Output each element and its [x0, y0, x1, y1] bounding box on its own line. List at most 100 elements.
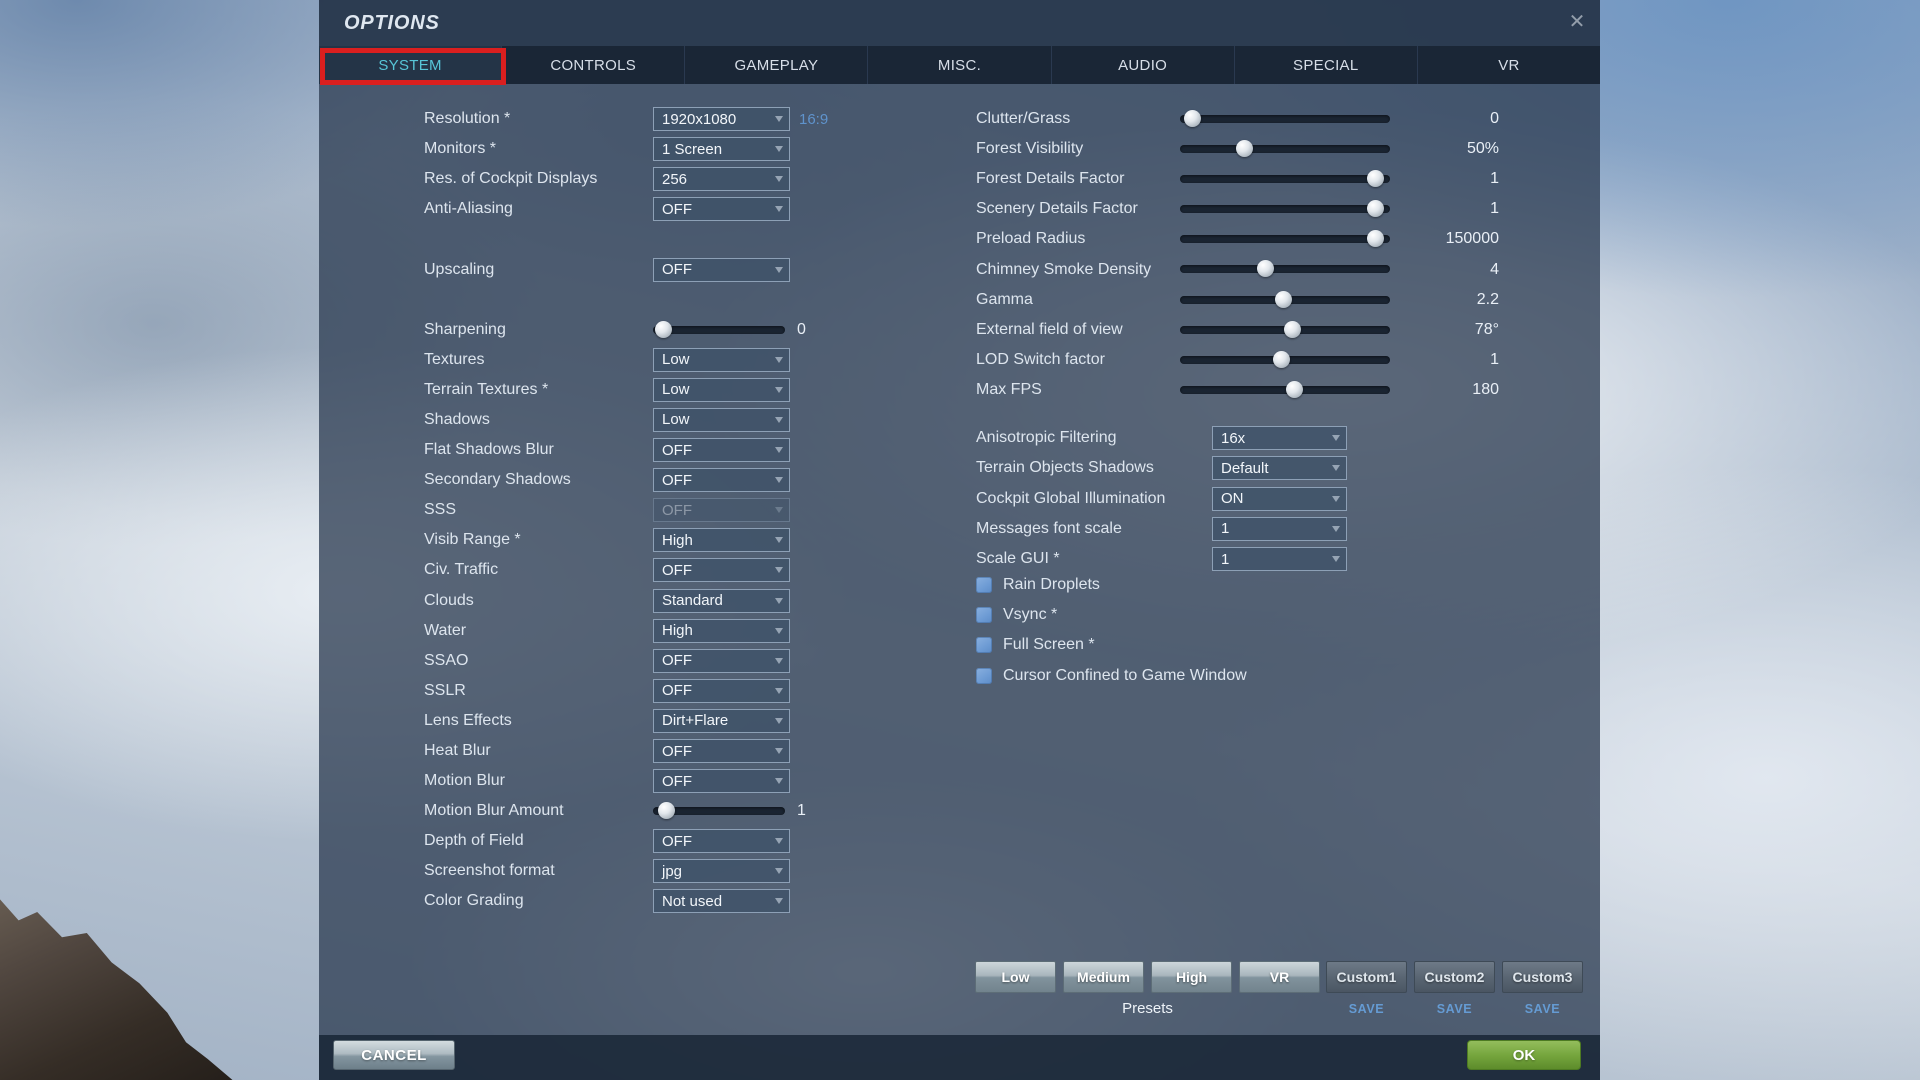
- checkbox-full-screen[interactable]: [976, 637, 992, 654]
- settings-row: Monitors * 1 Screen: [424, 134, 944, 164]
- setting-label: Motion Blur Amount: [424, 802, 564, 820]
- dropdown-textures[interactable]: Low: [653, 347, 790, 372]
- slider-sharpening[interactable]: [653, 320, 785, 338]
- setting-label: Anisotropic Filtering: [976, 429, 1117, 447]
- slider-external-field-of-view[interactable]: [1180, 320, 1390, 338]
- dropdown-secondary-shadows[interactable]: OFF: [653, 468, 790, 493]
- slider-value: 0: [1490, 110, 1499, 128]
- slider-motion-blur-amount[interactable]: [653, 802, 785, 820]
- dropdown-shadows[interactable]: Low: [653, 407, 790, 432]
- settings-row: Anti-Aliasing OFF: [424, 194, 944, 224]
- dropdown-motion-blur[interactable]: OFF: [653, 769, 790, 794]
- dropdown-monitors[interactable]: 1 Screen: [653, 137, 790, 162]
- save-custom3-button[interactable]: SAVE: [1502, 1002, 1583, 1016]
- slider-handle[interactable]: [1272, 350, 1290, 368]
- slider-handle[interactable]: [1274, 290, 1292, 308]
- checkbox-vsync[interactable]: [976, 607, 992, 624]
- dropdown-sslr[interactable]: OFF: [653, 678, 790, 703]
- tab-gameplay[interactable]: GAMEPLAY: [685, 46, 869, 84]
- chevron-down-icon: [775, 717, 783, 724]
- dropdown-value: OFF: [662, 200, 692, 218]
- chevron-down-icon: [775, 477, 783, 484]
- slider-forest-visibility[interactable]: [1180, 140, 1390, 158]
- slider-handle[interactable]: [1367, 170, 1385, 188]
- slider-handle[interactable]: [1284, 320, 1302, 338]
- tab-audio[interactable]: AUDIO: [1051, 46, 1235, 84]
- dropdown-resolution[interactable]: 1920x1080: [653, 107, 790, 132]
- slider-handle[interactable]: [1257, 260, 1275, 278]
- dropdown-cockpit-global-illumination[interactable]: ON: [1212, 486, 1347, 511]
- save-custom2-button[interactable]: SAVE: [1414, 1002, 1495, 1016]
- preset-vr-button[interactable]: VR: [1239, 961, 1320, 993]
- slider-handle[interactable]: [1367, 200, 1385, 218]
- settings-row: Resolution * 1920x1080 16:9: [424, 104, 944, 134]
- dropdown-anti-aliasing[interactable]: OFF: [653, 197, 790, 222]
- slider-chimney-smoke-density[interactable]: [1180, 260, 1390, 278]
- setting-label: Visib Range *: [424, 531, 521, 549]
- preset-custom2-button[interactable]: Custom2: [1414, 961, 1495, 993]
- ok-button[interactable]: OK: [1467, 1040, 1581, 1070]
- checkbox-cursor-confined-to-game-window[interactable]: [976, 667, 992, 684]
- setting-label: Clouds: [424, 591, 474, 609]
- settings-row: Lens Effects Dirt+Flare: [424, 706, 944, 736]
- preset-medium-button[interactable]: Medium: [1063, 961, 1144, 993]
- dropdown-lens-effects[interactable]: Dirt+Flare: [653, 708, 790, 733]
- slider-value: 50%: [1466, 140, 1499, 158]
- dropdown-terrain-objects-shadows[interactable]: Default: [1212, 456, 1347, 481]
- slider-handle[interactable]: [657, 802, 675, 820]
- dropdown-screenshot-format[interactable]: jpg: [653, 859, 790, 884]
- settings-row: Shadows Low: [424, 405, 944, 435]
- slider-handle[interactable]: [655, 320, 673, 338]
- tab-special[interactable]: SPECIAL: [1234, 46, 1418, 84]
- dropdown-value: OFF: [662, 501, 692, 519]
- slider-handle[interactable]: [1367, 230, 1385, 248]
- slider-max-fps[interactable]: [1180, 380, 1390, 398]
- preset-low-button[interactable]: Low: [975, 961, 1056, 993]
- dropdown-flat-shadows-blur[interactable]: OFF: [653, 438, 790, 463]
- preset-custom3-button[interactable]: Custom3: [1502, 961, 1583, 993]
- preset-custom1-button[interactable]: Custom1: [1326, 961, 1407, 993]
- setting-label: Water: [424, 621, 467, 639]
- slider-forest-details-factor[interactable]: [1180, 170, 1390, 188]
- slider-handle[interactable]: [1183, 110, 1201, 127]
- dropdown-civ-traffic[interactable]: OFF: [653, 558, 790, 583]
- checkbox-label: Rain Droplets: [1003, 576, 1100, 594]
- close-icon[interactable]: ✕: [1564, 9, 1590, 35]
- slider-scenery-details-factor[interactable]: [1180, 200, 1390, 218]
- dropdown-upscaling[interactable]: OFF: [653, 257, 790, 282]
- dropdown-value: Low: [662, 381, 690, 399]
- slider-clutter-grass[interactable]: [1180, 110, 1390, 127]
- dropdown-value: 1920x1080: [662, 110, 737, 128]
- dropdown-res-of-cockpit-displays[interactable]: 256: [653, 167, 790, 192]
- setting-label: Shadows: [424, 410, 490, 428]
- cancel-button[interactable]: CANCEL: [333, 1040, 455, 1070]
- dropdown-ssao[interactable]: OFF: [653, 648, 790, 673]
- tab-vr[interactable]: VR: [1417, 46, 1600, 84]
- dropdown-water[interactable]: High: [653, 618, 790, 643]
- dropdown-depth-of-field[interactable]: OFF: [653, 829, 790, 854]
- preset-high-button[interactable]: High: [1151, 961, 1232, 993]
- slider-gamma[interactable]: [1180, 290, 1390, 308]
- dropdown-messages-font-scale[interactable]: 1: [1212, 516, 1347, 541]
- dropdown-terrain-textures[interactable]: Low: [653, 377, 790, 402]
- checkbox-rain-droplets[interactable]: [976, 577, 992, 594]
- dropdown-visib-range[interactable]: High: [653, 528, 790, 553]
- dropdown-scale-gui[interactable]: 1: [1212, 547, 1347, 572]
- slider-handle[interactable]: [1286, 380, 1304, 398]
- dropdown-anisotropic-filtering[interactable]: 16x: [1212, 426, 1347, 450]
- dropdown-value: jpg: [662, 862, 683, 880]
- aspect-ratio-label: 16:9: [799, 110, 829, 128]
- slider-lod-switch-factor[interactable]: [1180, 350, 1390, 368]
- checkbox-label: Vsync *: [1003, 606, 1058, 624]
- graphics-settings-right-sliders: Clutter/Grass 0 Forest Visibility 50% Forest…: [976, 104, 1499, 405]
- dropdown-heat-blur[interactable]: OFF: [653, 739, 790, 764]
- tab-controls[interactable]: CONTROLS: [502, 46, 686, 84]
- setting-label: Clutter/Grass: [976, 110, 1071, 128]
- tab-misc[interactable]: MISC.: [868, 46, 1052, 84]
- graphics-settings-checkboxes: Rain Droplets Vsync * Full Screen * Cursor …: [976, 570, 1499, 691]
- dropdown-color-grading[interactable]: Not used: [653, 889, 790, 914]
- slider-handle[interactable]: [1235, 140, 1253, 158]
- dropdown-clouds[interactable]: Standard: [653, 588, 790, 613]
- save-custom1-button[interactable]: SAVE: [1326, 1002, 1407, 1016]
- slider-preload-radius[interactable]: [1180, 230, 1390, 248]
